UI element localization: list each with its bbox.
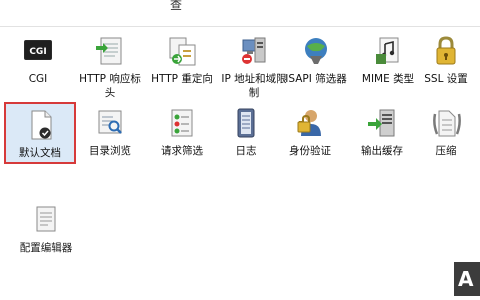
feature-output-caching[interactable]: 输出缓存 [346,106,418,158]
feature-directory-browsing[interactable]: 目录浏览 [74,106,146,158]
logging-icon [229,106,263,140]
feature-label: ISAPI 筛选器 [285,73,347,85]
isapi-filters-icon [299,34,333,68]
feature-authentication[interactable]: 身份验证 [274,106,346,158]
default-document-icon [23,108,57,142]
configuration-editor-icon [32,204,60,234]
ip-domain-restrictions-icon [237,34,271,68]
management-configuration-editor[interactable]: 配置编辑器 [6,204,86,255]
mime-types-icon [371,34,405,68]
compression-icon [429,106,463,140]
feature-label: 输出缓存 [361,145,403,157]
output-caching-icon [365,106,399,140]
feature-label: 默认文档 [19,147,61,159]
request-filtering-icon [165,106,199,140]
feature-label: SSL 设置 [424,73,468,85]
feature-label: 日志 [235,145,257,157]
directory-browsing-icon [93,106,127,140]
watermark-logo: A [454,262,480,296]
feature-default-document[interactable]: 默认文档 [4,102,76,164]
watermark-text: A [458,267,474,291]
section-divider [0,26,480,27]
feature-http-response-headers[interactable]: HTTP 响应标头 [74,34,146,100]
svg-text:CGI: CGI [29,47,46,57]
cgi-icon: CGI [21,34,55,68]
http-response-headers-icon [93,34,127,68]
http-redirect-icon [165,34,199,68]
section-heading-fragment: 查 [170,0,183,12]
feature-ssl-settings[interactable]: SSL 设置 [410,34,480,86]
feature-http-redirect[interactable]: HTTP 重定向 [146,34,218,86]
authentication-icon [293,106,327,140]
feature-label: 目录浏览 [89,145,131,157]
management-label: 配置编辑器 [19,242,73,254]
feature-label: 压缩 [435,145,457,157]
feature-label: HTTP 重定向 [151,73,213,85]
feature-label: CGI [28,73,48,85]
feature-label: 请求筛选 [161,145,203,157]
feature-label: MIME 类型 [361,73,415,85]
ssl-settings-icon [429,34,463,68]
feature-label: HTTP 响应标头 [79,73,141,99]
feature-label: 身份验证 [289,145,331,157]
feature-request-filtering[interactable]: 请求筛选 [146,106,218,158]
feature-compression[interactable]: 压缩 [410,106,480,158]
feature-label: IP 地址和域限制 [221,73,287,99]
feature-logging[interactable]: 日志 [210,106,282,158]
feature-isapi-filters[interactable]: ISAPI 筛选器 [280,34,352,86]
feature-cgi[interactable]: CGI CGI [2,34,74,86]
